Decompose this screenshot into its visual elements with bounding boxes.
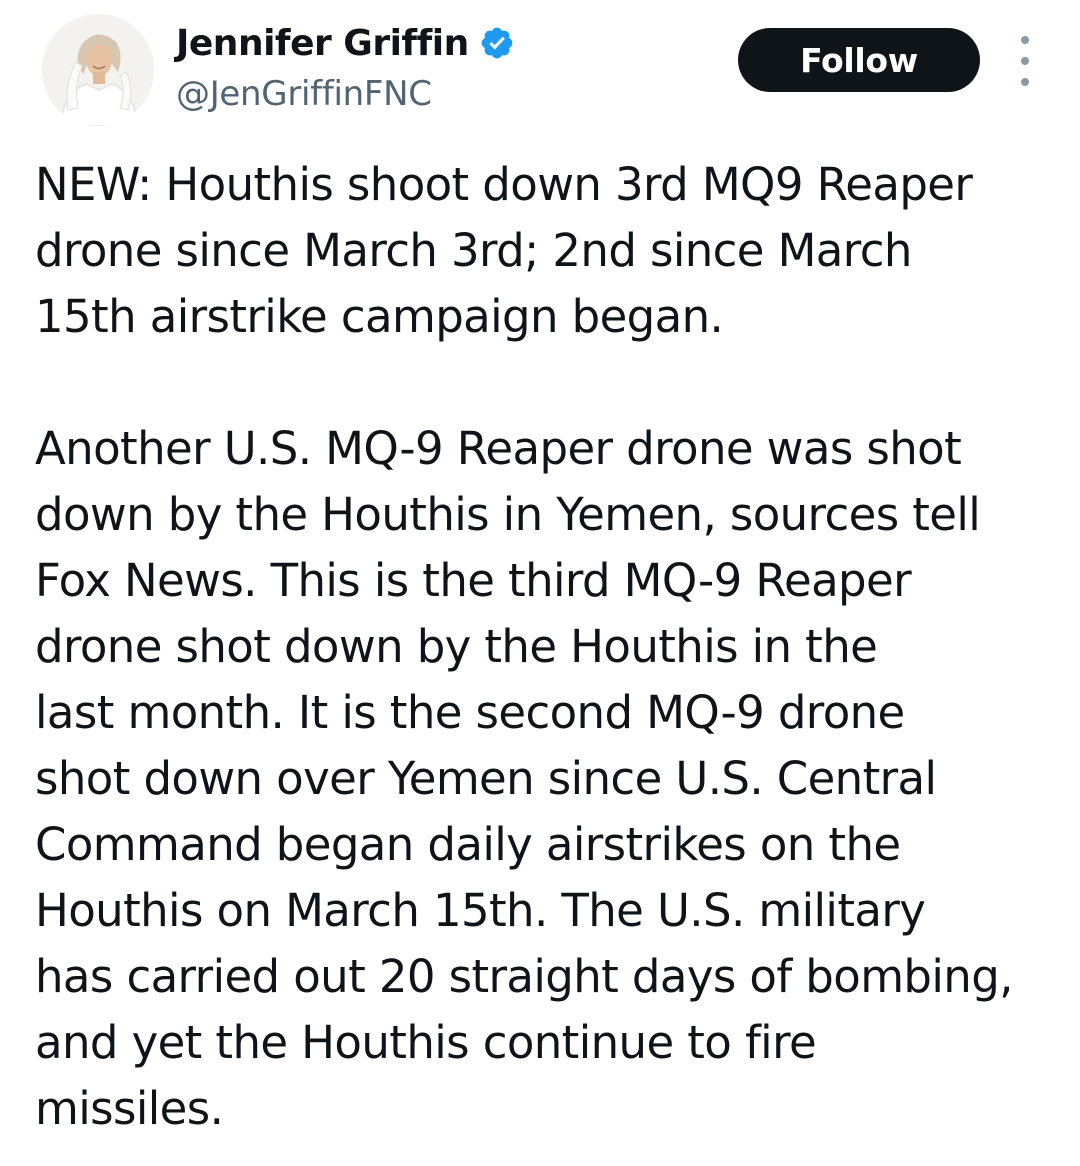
tweet-line: drone since March 3rd; 2nd since March <box>35 224 912 277</box>
tweet-line: Houthis on March 15th. The U.S. military <box>35 884 926 937</box>
follow-button[interactable]: Follow <box>738 28 980 92</box>
tweet-line: has carried out 20 straight days of bomb… <box>35 950 1013 1003</box>
more-dot <box>1021 78 1029 86</box>
tweet-line: shot down over Yemen since U.S. Central <box>35 752 937 805</box>
tweet-line: 15th airstrike campaign began. <box>35 290 724 343</box>
more-dot <box>1021 36 1029 44</box>
tweet-line: down by the Houthis in Yemen, sources te… <box>35 488 981 541</box>
display-name[interactable]: Jennifer Griffin <box>176 23 469 64</box>
tweet: Jennifer Griffin @JenGriffinFNC Follow N… <box>0 0 1080 1166</box>
tweet-paragraph: NEW: Houthis shoot down 3rd MQ9 Reaper d… <box>35 152 1065 350</box>
tweet-line: missiles. <box>35 1082 224 1135</box>
tweet-line: and yet the Houthis continue to fire <box>35 1016 817 1069</box>
author-names: Jennifer Griffin @JenGriffinFNC <box>176 20 515 114</box>
avatar[interactable] <box>42 14 154 126</box>
tweet-line: last month. It is the second MQ-9 drone <box>35 686 905 739</box>
verified-badge-icon[interactable] <box>479 25 515 61</box>
tweet-line: drone shot down by the Houthis in the <box>35 620 878 673</box>
handle[interactable]: @JenGriffinFNC <box>176 74 515 114</box>
avatar-image <box>42 14 154 126</box>
tweet-line: Another U.S. MQ-9 Reaper drone was shot <box>35 422 962 475</box>
tweet-line: Fox News. This is the third MQ-9 Reaper <box>35 554 912 607</box>
display-name-row: Jennifer Griffin <box>176 20 515 66</box>
more-dot <box>1021 57 1029 65</box>
tweet-line: Command began daily airstrikes on the <box>35 818 901 871</box>
more-options-icon[interactable] <box>1008 36 1042 86</box>
tweet-header: Jennifer Griffin @JenGriffinFNC Follow <box>0 0 1080 140</box>
tweet-line: NEW: Houthis shoot down 3rd MQ9 Reaper <box>35 158 973 211</box>
tweet-paragraph: Another U.S. MQ-9 Reaper drone was shot … <box>35 416 1065 1142</box>
tweet-text: NEW: Houthis shoot down 3rd MQ9 Reaper d… <box>35 152 1065 1142</box>
